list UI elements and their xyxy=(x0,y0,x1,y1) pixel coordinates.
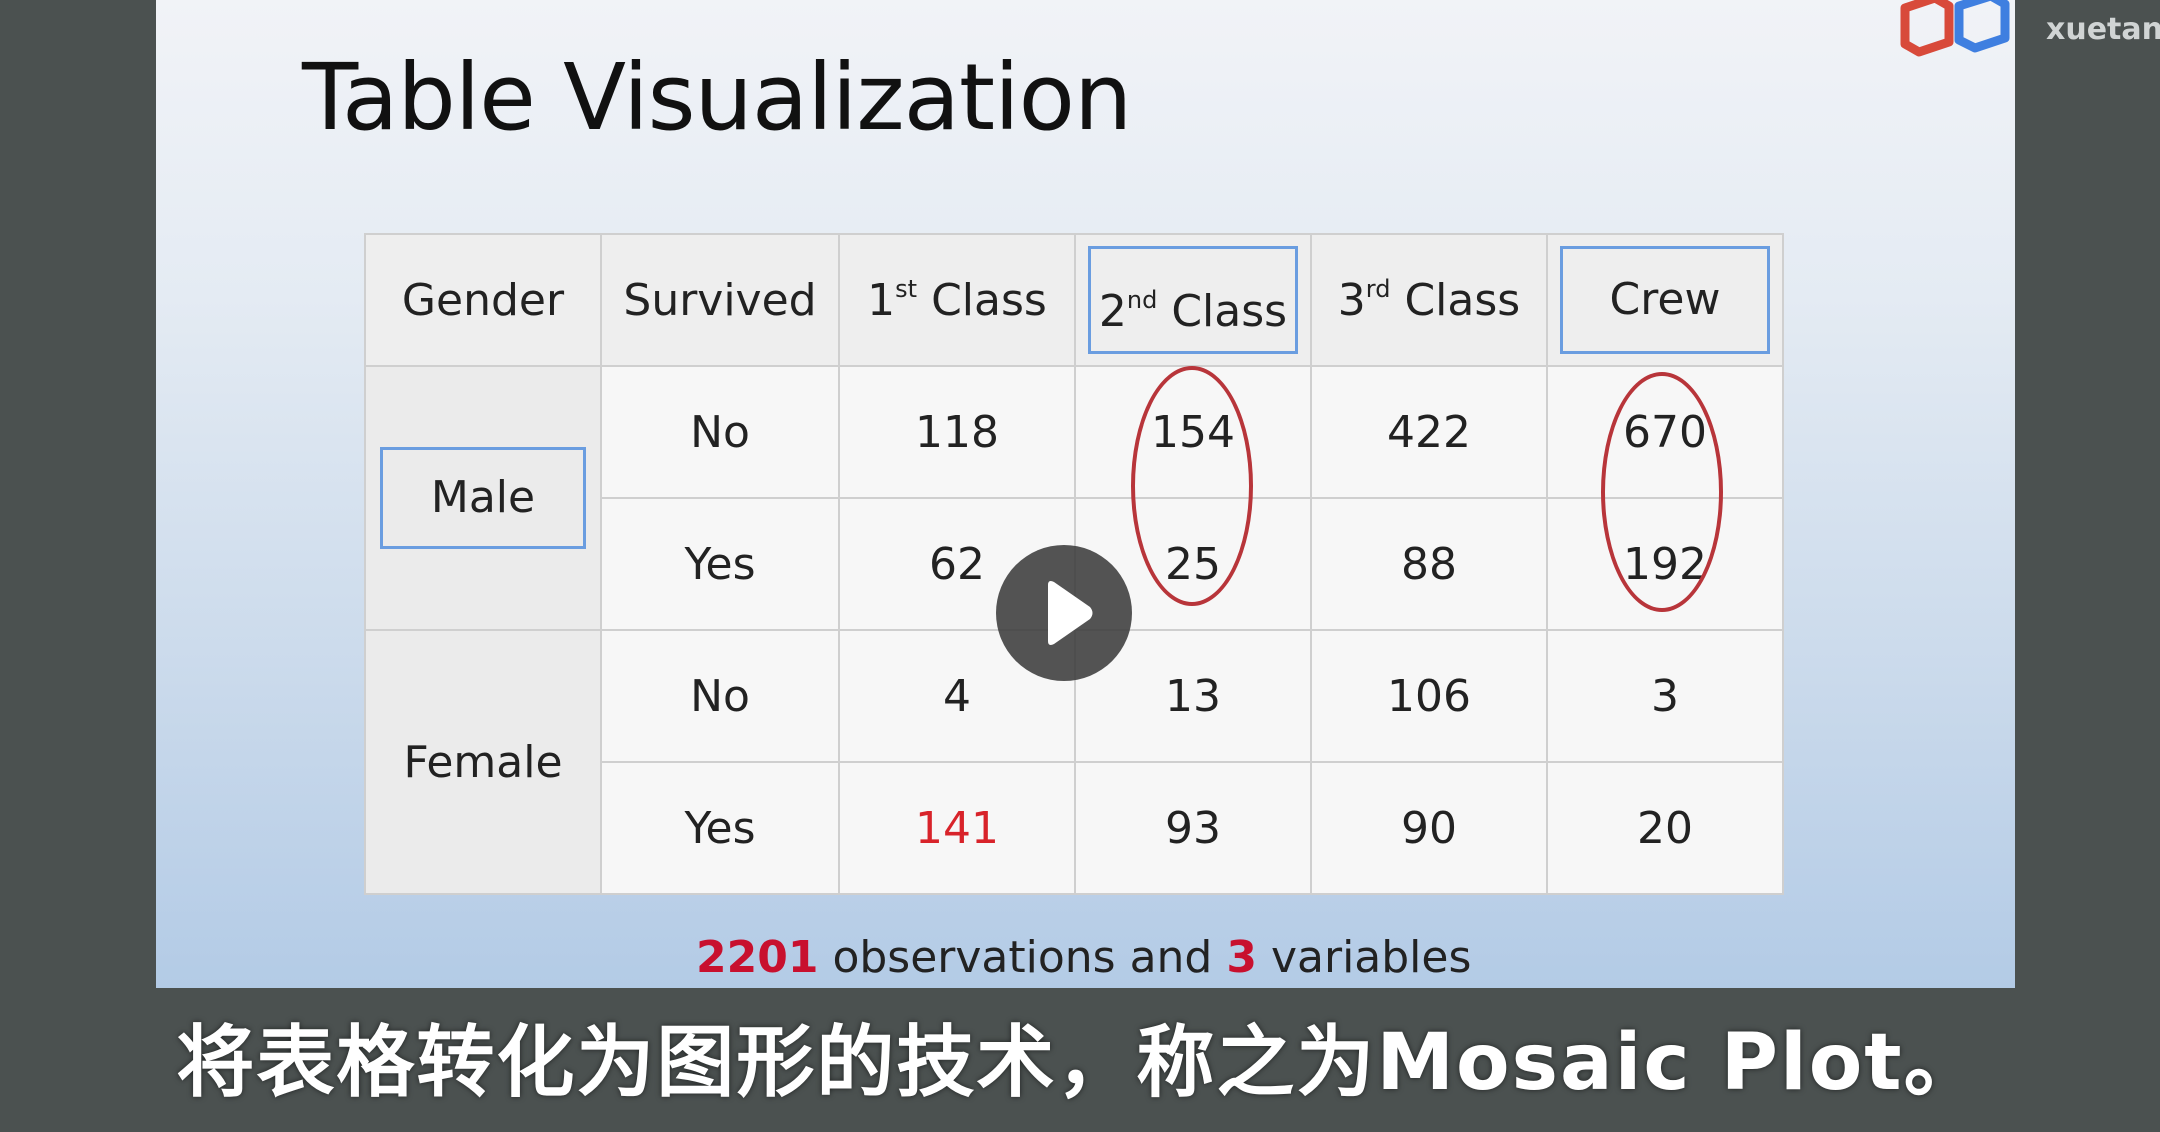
group-male-label: Male xyxy=(380,447,586,549)
group-male: Male xyxy=(364,365,602,631)
cell-3rd-class: 88 xyxy=(1310,497,1548,631)
header-survived: Survived xyxy=(600,233,840,367)
group-female: Female xyxy=(364,629,602,895)
slide-title: Table Visualization xyxy=(302,44,1132,151)
table-header-row: Gender Survived 1st Class 2nd Class 3rd … xyxy=(364,233,1784,367)
cell-crew: 192 xyxy=(1546,497,1784,631)
cell-crew: 3 xyxy=(1546,629,1784,763)
footnote-text1: observations and xyxy=(818,932,1227,983)
footnote-text2: variables xyxy=(1256,932,1472,983)
header-2nd-class: 2nd Class xyxy=(1074,233,1312,367)
play-icon xyxy=(1048,581,1093,645)
header-2nd-class-sup: nd xyxy=(1126,286,1158,314)
cell-2nd-class: 93 xyxy=(1074,761,1312,895)
cell-survived: Yes xyxy=(600,761,840,895)
cell-survived: Yes xyxy=(600,497,840,631)
cell-3rd-class: 90 xyxy=(1310,761,1548,895)
cell-3rd-class: 422 xyxy=(1310,365,1548,499)
header-1st-class-num: 1 xyxy=(867,274,896,326)
table-row: Male No 118 154 422 670 xyxy=(364,365,1784,631)
xuetang-logo-icon xyxy=(1900,0,2010,57)
cell-3rd-class: 106 xyxy=(1310,629,1548,763)
header-2nd-class-rest: Class xyxy=(1157,286,1288,337)
header-3rd-class-sup: rd xyxy=(1365,274,1391,303)
header-2nd-class-num: 2 xyxy=(1098,286,1127,337)
cell-1st-class: 118 xyxy=(838,365,1076,499)
cell-survived: No xyxy=(600,365,840,499)
video-player[interactable]: Table Visualization Gender Survived 1st … xyxy=(0,0,2160,1132)
video-subtitle: 将表格转化为图形的技术，称之为Mosaic Plot。 xyxy=(176,1018,1984,1108)
header-3rd-class-num: 3 xyxy=(1337,274,1366,326)
slide: Table Visualization Gender Survived 1st … xyxy=(156,0,2015,988)
header-1st-class: 1st Class xyxy=(838,233,1076,367)
header-crew: Crew xyxy=(1546,233,1784,367)
header-2nd-class-box: 2nd Class xyxy=(1088,246,1298,354)
play-button[interactable] xyxy=(996,545,1132,681)
cell-crew: 670 xyxy=(1546,365,1784,499)
footnote: 2201 observations and 3 variables xyxy=(696,932,1471,983)
footnote-count: 2201 xyxy=(696,932,819,983)
header-gender: Gender xyxy=(364,233,602,367)
footnote-vars: 3 xyxy=(1226,932,1257,983)
cell-1st-class: 141 xyxy=(838,761,1076,895)
header-3rd-class: 3rd Class xyxy=(1310,233,1548,367)
header-crew-box: Crew xyxy=(1560,246,1770,354)
logo-text: xuetan xyxy=(2046,12,2160,47)
cell-survived: No xyxy=(600,629,840,763)
header-3rd-class-rest: Class xyxy=(1390,274,1521,326)
cell-2nd-class: 154 xyxy=(1074,365,1312,499)
header-1st-class-sup: st xyxy=(895,274,918,303)
cell-crew: 20 xyxy=(1546,761,1784,895)
header-1st-class-rest: Class xyxy=(917,274,1047,326)
